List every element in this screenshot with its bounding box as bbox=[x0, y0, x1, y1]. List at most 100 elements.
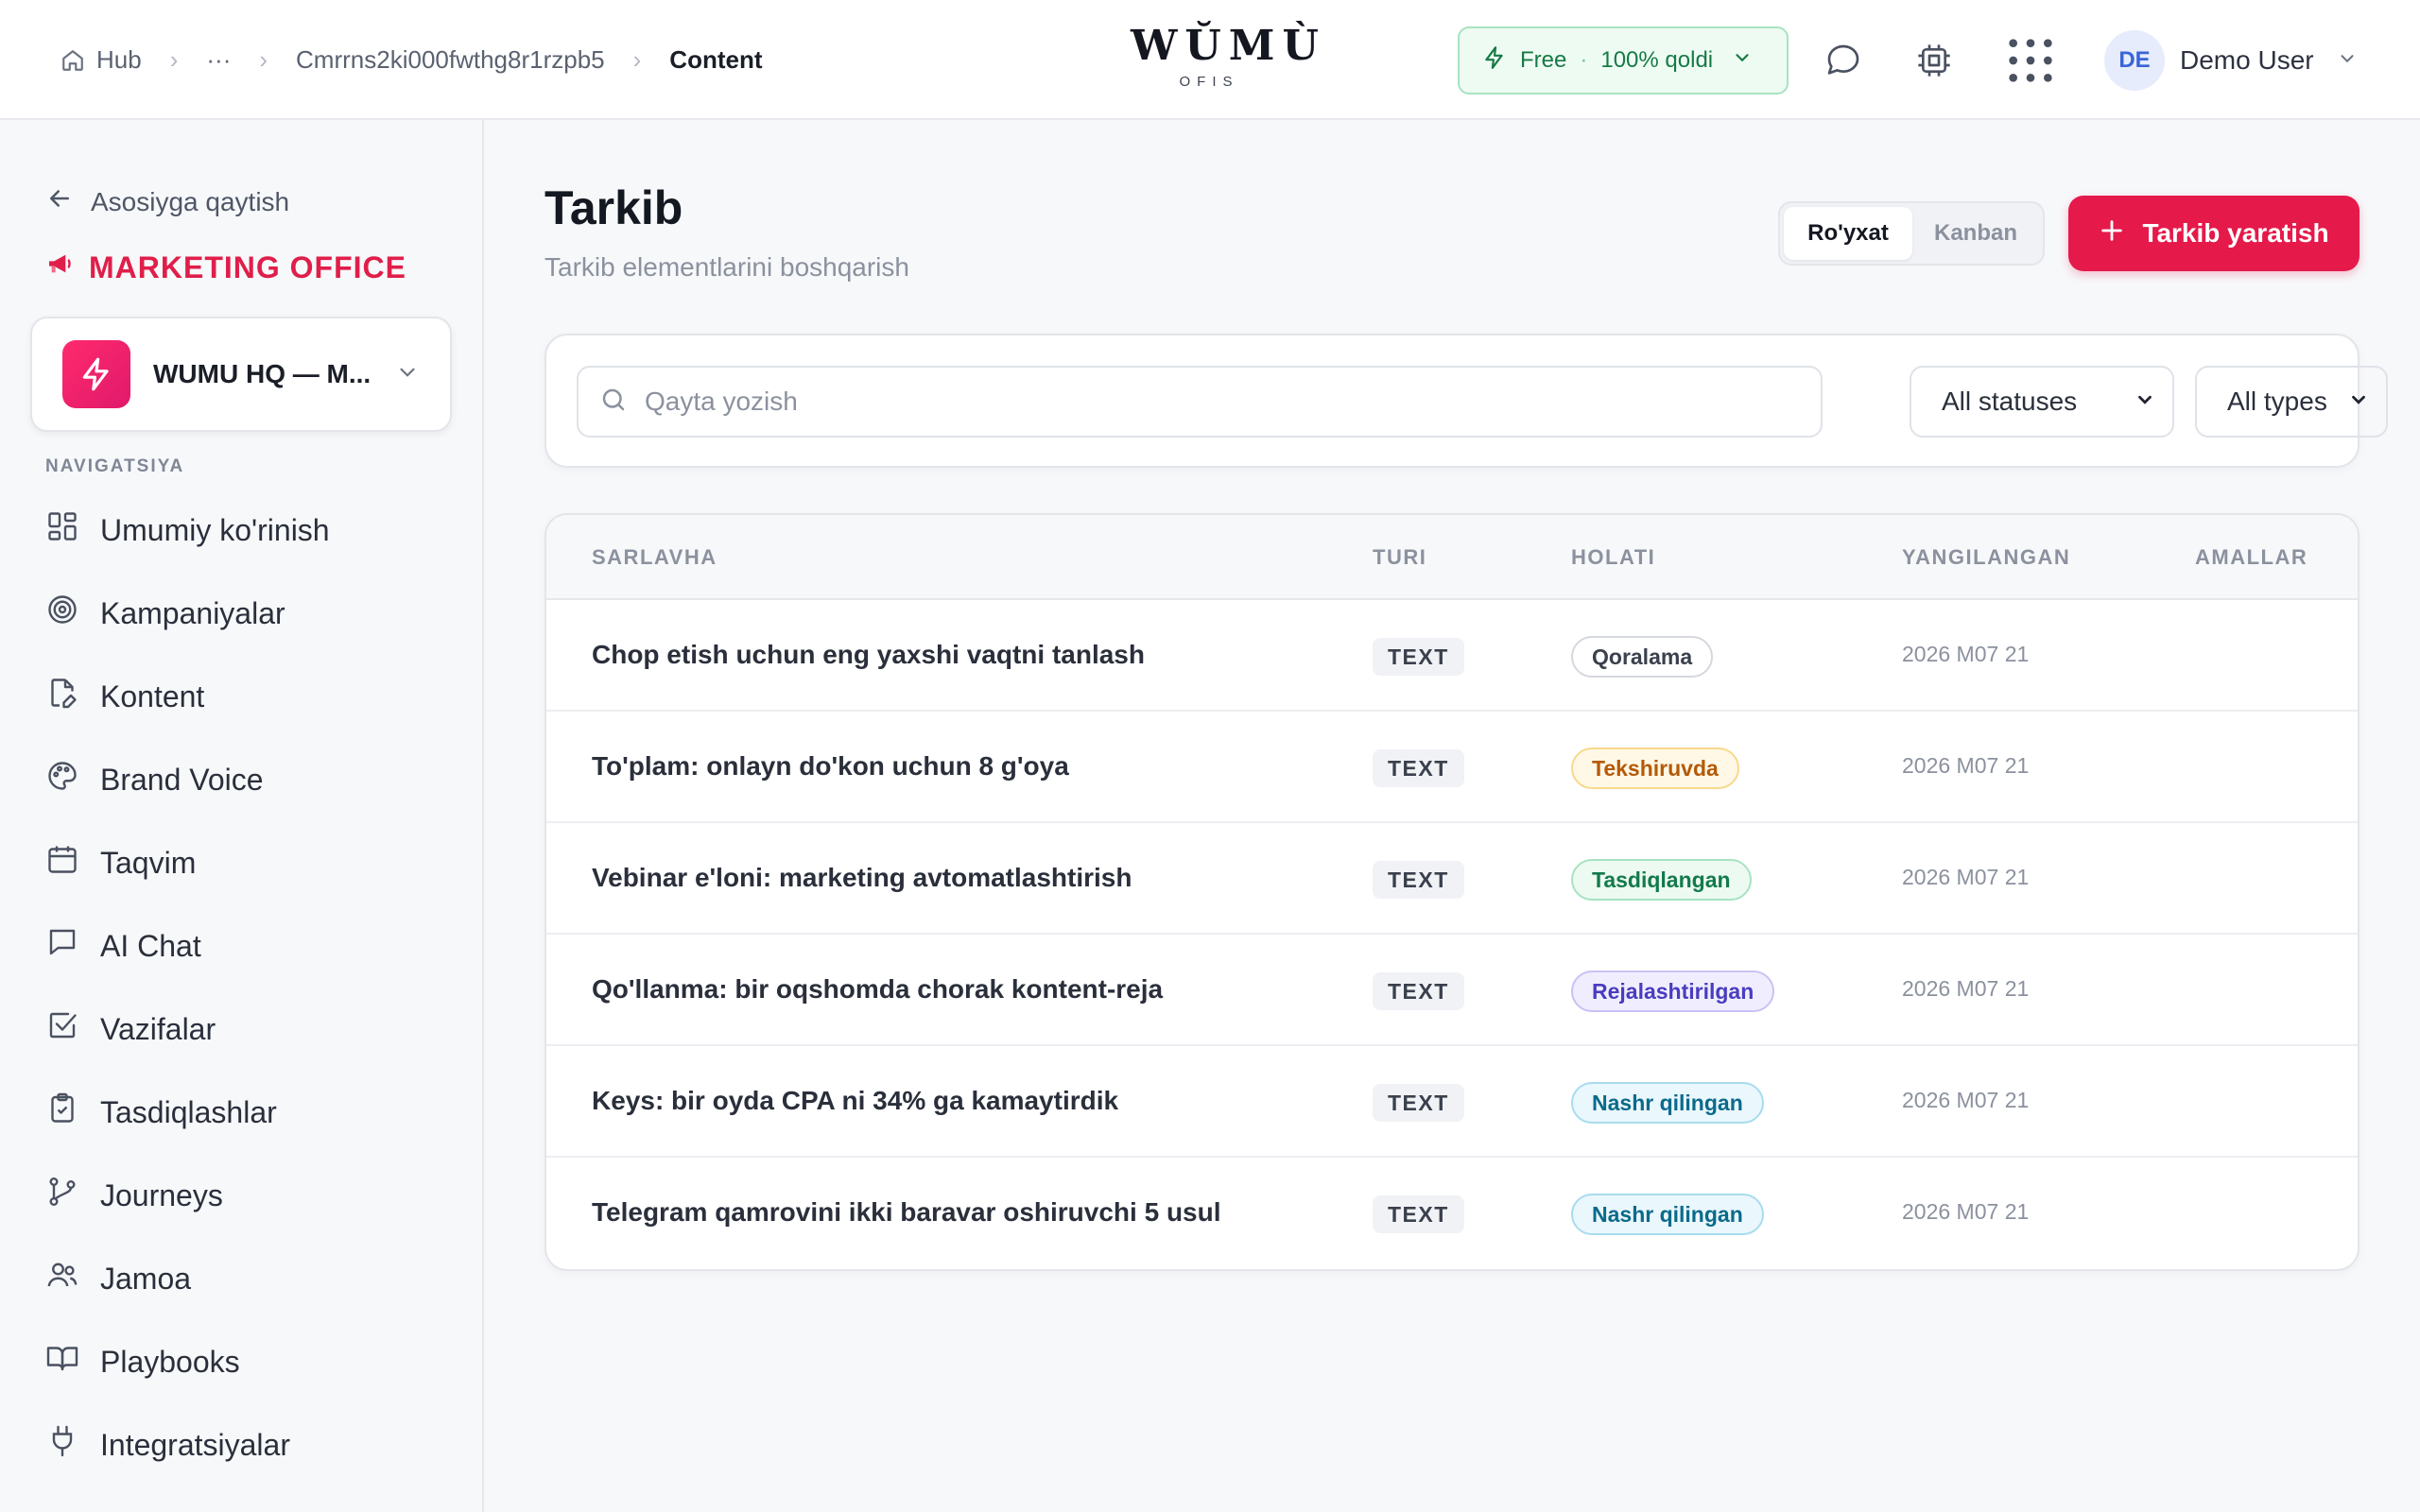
cpu-icon[interactable] bbox=[1908, 34, 1961, 87]
status-badge: Tasdiqlangan bbox=[1571, 859, 1752, 901]
column-header-title[interactable]: SARLAVHA bbox=[592, 545, 717, 570]
breadcrumb: Hub › ··· › Cmrrns2ki000fwthg8r1rzpb5 › … bbox=[60, 0, 763, 120]
dashboard-icon bbox=[45, 509, 79, 551]
lightning-icon bbox=[1482, 45, 1507, 77]
back-label: Asosiyga qaytish bbox=[91, 186, 290, 216]
plug-icon bbox=[45, 1424, 79, 1466]
office-title: MARKETING OFFICE bbox=[45, 249, 406, 286]
type-filter-value: All types bbox=[2227, 387, 2327, 416]
plan-remaining: 100% qoldi bbox=[1600, 47, 1714, 73]
app-logo[interactable]: WŬMÙ OFIS bbox=[1131, 22, 1326, 91]
sidebar-item-label: Journeys bbox=[100, 1177, 223, 1212]
sidebar-item-approvals[interactable]: Tasdiqlashlar bbox=[45, 1071, 452, 1154]
view-kanban-button[interactable]: Kanban bbox=[1912, 207, 2039, 260]
row-updated: 2026 M07 21 bbox=[1902, 1199, 2030, 1224]
chevron-right-icon: › bbox=[169, 45, 179, 74]
sidebar-item-team[interactable]: Jamoa bbox=[45, 1237, 452, 1320]
avatar: DE bbox=[2104, 30, 2165, 91]
table-row[interactable]: Chop etish uchun eng yaxshi vaqtni tanla… bbox=[546, 600, 2358, 712]
row-title[interactable]: Keys: bir oyda CPA ni 34% ga kamaytirdik bbox=[592, 1086, 1118, 1116]
status-filter-select[interactable]: All statuses bbox=[1910, 366, 2174, 438]
type-filter-select[interactable]: All types bbox=[2195, 366, 2388, 438]
search-input[interactable] bbox=[645, 387, 1800, 417]
table-row[interactable]: To'plam: onlayn do'kon uchun 8 g'oya TEX… bbox=[546, 712, 2358, 823]
row-title[interactable]: Chop etish uchun eng yaxshi vaqtni tanla… bbox=[592, 640, 1145, 670]
messages-icon[interactable] bbox=[1817, 34, 1870, 87]
row-title[interactable]: Telegram qamrovini ikki baravar oshiruvc… bbox=[592, 1197, 1221, 1228]
sidebar-item-label: Kampaniyalar bbox=[100, 595, 285, 630]
user-menu[interactable]: DE Demo User bbox=[2104, 28, 2358, 93]
row-title[interactable]: Vebinar e'loni: marketing avtomatlashtir… bbox=[592, 863, 1132, 893]
sidebar-item-playbooks[interactable]: Playbooks bbox=[45, 1320, 452, 1403]
sidebar-item-ai-chat[interactable]: AI Chat bbox=[45, 904, 452, 988]
plan-separator: · bbox=[1580, 47, 1588, 73]
search-icon bbox=[599, 386, 628, 419]
sidebar-item-brand-voice[interactable]: Brand Voice bbox=[45, 738, 452, 821]
breadcrumb-ellipsis[interactable]: ··· bbox=[206, 45, 231, 75]
plan-name: Free bbox=[1520, 47, 1567, 73]
sidebar-item-label: AI Chat bbox=[100, 928, 201, 963]
megaphone-icon bbox=[45, 249, 76, 286]
apps-grid-icon[interactable] bbox=[2004, 34, 2057, 87]
status-badge: Nashr qilingan bbox=[1571, 1194, 1764, 1235]
chat-icon bbox=[45, 925, 79, 967]
row-updated: 2026 M07 21 bbox=[1902, 642, 2030, 666]
content-table: SARLAVHA TURI HOLATI YANGILANGAN AMALLAR… bbox=[544, 513, 2360, 1271]
column-header-type[interactable]: TURI bbox=[1373, 545, 1426, 570]
sidebar-item-label: Kontent bbox=[100, 679, 205, 713]
chevron-right-icon: › bbox=[259, 45, 268, 74]
sidebar-item-overview[interactable]: Umumiy ko'rinish bbox=[45, 489, 452, 572]
breadcrumb-home[interactable]: Hub bbox=[60, 45, 142, 75]
search-box bbox=[577, 366, 1823, 438]
status-badge: Qoralama bbox=[1571, 636, 1714, 678]
plan-usage-pill[interactable]: Free · 100% qoldi bbox=[1458, 26, 1789, 94]
breadcrumb-workspace[interactable]: Cmrrns2ki000fwthg8r1rzpb5 bbox=[296, 45, 605, 75]
user-name: Demo User bbox=[2180, 45, 2314, 75]
target-icon bbox=[45, 593, 79, 634]
top-bar: Hub › ··· › Cmrrns2ki000fwthg8r1rzpb5 › … bbox=[0, 0, 2420, 120]
sidebar-item-label: Jamoa bbox=[100, 1261, 192, 1296]
type-badge: TEXT bbox=[1373, 1195, 1464, 1233]
chevron-down-icon bbox=[1732, 47, 1753, 75]
status-badge: Tekshiruvda bbox=[1571, 747, 1739, 789]
arrow-left-icon bbox=[45, 184, 74, 219]
table-row[interactable]: Telegram qamrovini ikki baravar oshiruvc… bbox=[546, 1158, 2358, 1269]
breadcrumb-home-label: Hub bbox=[96, 45, 142, 74]
sidebar-item-label: Umumiy ko'rinish bbox=[100, 512, 330, 547]
column-header-status[interactable]: HOLATI bbox=[1571, 545, 1655, 570]
view-toggle: Ro'yxat Kanban bbox=[1778, 201, 2045, 266]
chevron-right-icon: › bbox=[632, 45, 642, 74]
create-content-button[interactable]: Tarkib yaratish bbox=[2068, 196, 2360, 271]
users-icon bbox=[45, 1258, 79, 1299]
sidebar-item-campaigns[interactable]: Kampaniyalar bbox=[45, 572, 452, 655]
back-to-home-link[interactable]: Asosiyga qaytish bbox=[45, 184, 289, 219]
main-content: Tarkib Tarkib elementlarini boshqarish R… bbox=[486, 120, 2420, 1512]
logo-main: WŬMÙ bbox=[1131, 22, 1326, 70]
book-open-icon bbox=[45, 1341, 79, 1383]
workspace-name: WUMU HQ — M... bbox=[153, 359, 372, 388]
status-badge: Rejalashtirilgan bbox=[1571, 971, 1775, 1012]
view-list-button[interactable]: Ro'yxat bbox=[1784, 207, 1912, 260]
page-subtitle: Tarkib elementlarini boshqarish bbox=[544, 252, 909, 282]
sidebar-item-calendar[interactable]: Taqvim bbox=[45, 821, 452, 904]
table-row[interactable]: Keys: bir oyda CPA ni 34% ga kamaytirdik… bbox=[546, 1046, 2358, 1158]
breadcrumb-current: Content bbox=[669, 45, 763, 74]
sidebar-item-integrations[interactable]: Integratsiyalar bbox=[45, 1403, 452, 1486]
office-title-label: MARKETING OFFICE bbox=[89, 249, 406, 284]
column-header-updated[interactable]: YANGILANGAN bbox=[1902, 545, 2070, 570]
workspace-logo-icon bbox=[62, 340, 130, 408]
row-title[interactable]: Qo'llanma: bir oqshomda chorak kontent-r… bbox=[592, 974, 1163, 1005]
calendar-icon bbox=[45, 842, 79, 884]
sidebar-item-journeys[interactable]: Journeys bbox=[45, 1154, 452, 1237]
status-filter-value: All statuses bbox=[1942, 387, 2078, 416]
row-updated: 2026 M07 21 bbox=[1902, 976, 2030, 1001]
chevron-down-icon bbox=[395, 360, 420, 389]
table-row[interactable]: Qo'llanma: bir oqshomda chorak kontent-r… bbox=[546, 935, 2358, 1046]
table-row[interactable]: Vebinar e'loni: marketing avtomatlashtir… bbox=[546, 823, 2358, 935]
sidebar-item-label: Brand Voice bbox=[100, 762, 264, 797]
sidebar-item-tasks[interactable]: Vazifalar bbox=[45, 988, 452, 1071]
table-header: SARLAVHA TURI HOLATI YANGILANGAN AMALLAR bbox=[546, 515, 2358, 600]
row-title[interactable]: To'plam: onlayn do'kon uchun 8 g'oya bbox=[592, 751, 1069, 782]
workspace-switcher[interactable]: WUMU HQ — M... bbox=[30, 317, 452, 432]
sidebar-item-content[interactable]: Kontent bbox=[45, 655, 452, 738]
